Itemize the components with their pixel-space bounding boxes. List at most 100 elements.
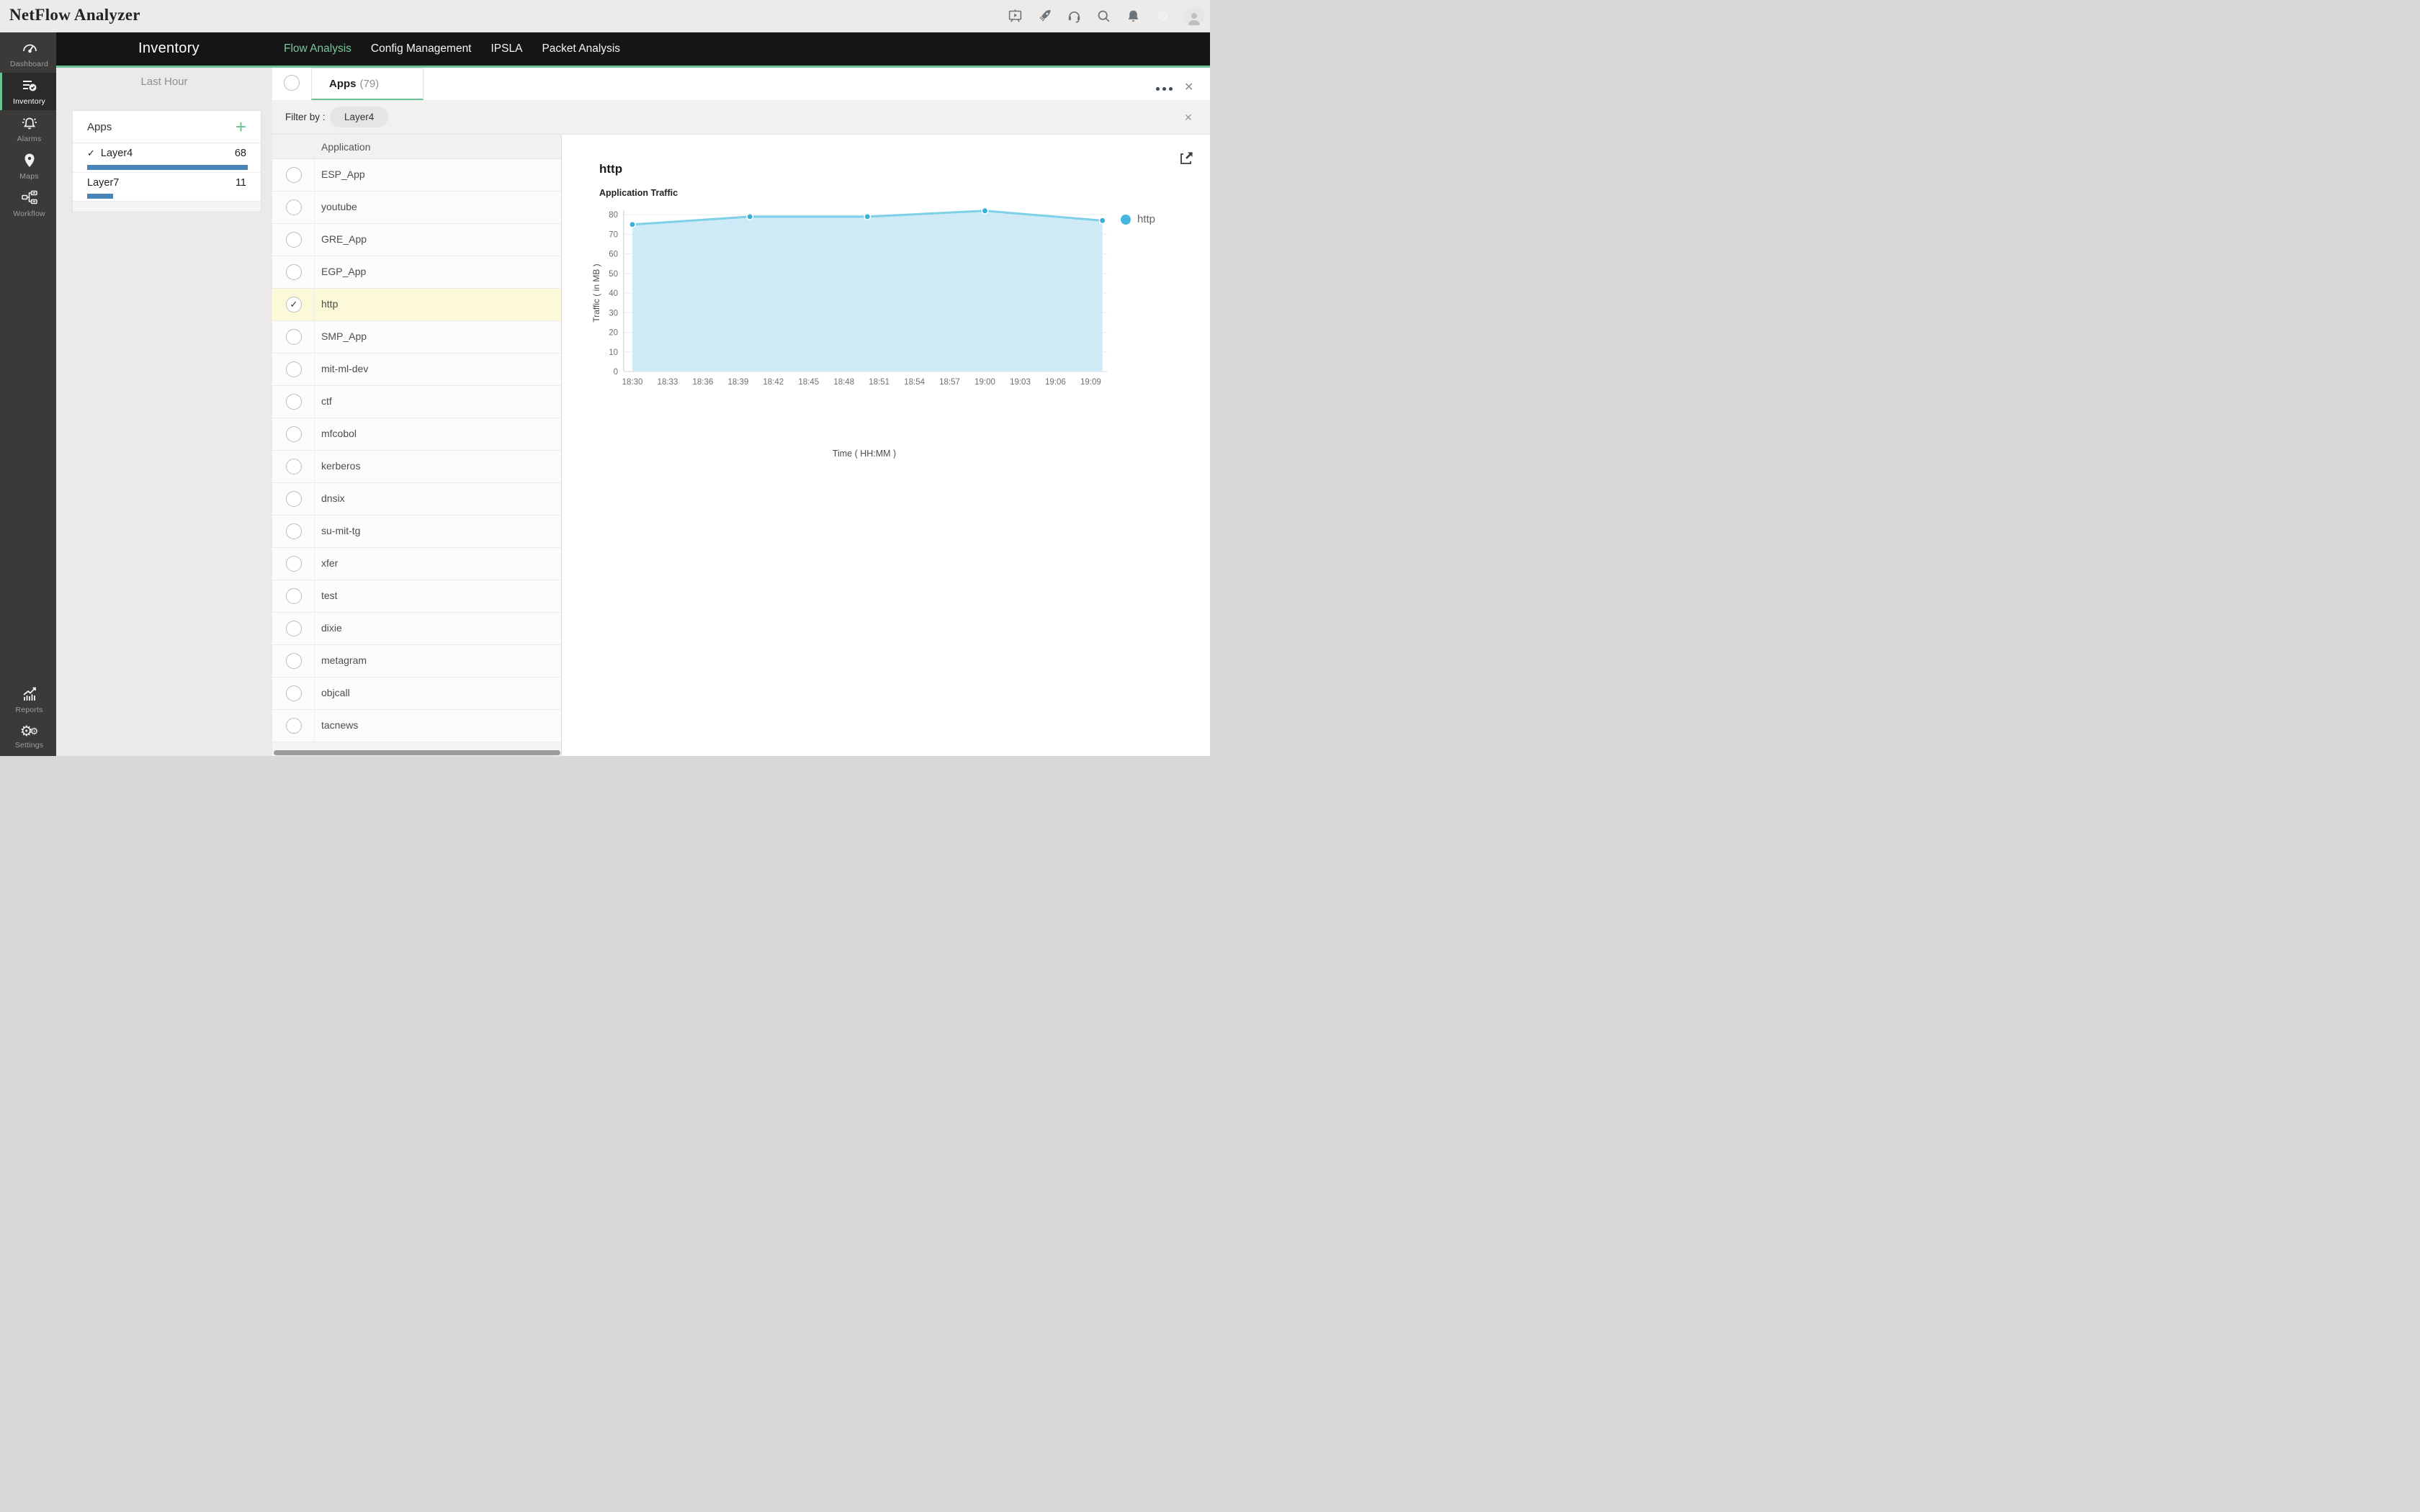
netflow-analyzer-app: NetFlow Analyzer xyxy=(0,0,1210,756)
sidebar-item-settings[interactable]: ⚙⚙ Settings xyxy=(0,719,56,756)
application-name: mit-ml-dev xyxy=(321,363,368,374)
application-radio[interactable]: ✓ xyxy=(286,297,302,312)
application-row[interactable]: mfcobol xyxy=(272,418,561,451)
main-content: Apps (79) ✕ Filter by : Layer4 ✕ Applica… xyxy=(272,68,1210,756)
layer4-bar xyxy=(87,165,248,170)
close-tab-icon[interactable]: ✕ xyxy=(1184,82,1193,94)
application-row[interactable]: test xyxy=(272,580,561,613)
svg-text:19:00: 19:00 xyxy=(974,378,995,387)
application-row[interactable]: EGP_App xyxy=(272,256,561,289)
add-filter-button[interactable]: + xyxy=(236,120,246,134)
application-radio[interactable] xyxy=(286,459,302,474)
filter-row-layer4[interactable]: ✓Layer4 68 xyxy=(73,143,261,172)
application-row[interactable]: ✓ http xyxy=(272,289,561,321)
tab-config-management[interactable]: Config Management xyxy=(371,42,472,55)
application-row[interactable]: su-mit-tg xyxy=(272,516,561,548)
application-radio[interactable] xyxy=(286,232,302,248)
svg-text:60: 60 xyxy=(609,251,618,259)
application-name: SMP_App xyxy=(321,330,367,342)
launch-rocket-icon[interactable] xyxy=(1036,9,1052,24)
layer7-bar xyxy=(87,194,113,199)
application-radio[interactable] xyxy=(286,394,302,410)
traffic-area-chart: 18:3018:3318:3618:3918:4218:4518:4818:51… xyxy=(591,203,1116,471)
application-radio[interactable] xyxy=(286,718,302,734)
filter-panel: Last Hour Apps + ✓Layer4 68 Layer7 11 xyxy=(56,68,272,756)
tab-ipsla[interactable]: IPSLA xyxy=(491,42,523,55)
application-list: Application ESP_App youtube GRE_App EGP_… xyxy=(272,135,562,756)
apps-card-header: Apps + xyxy=(73,111,261,143)
sidebar-item-inventory[interactable]: Inventory xyxy=(0,73,56,110)
application-radio[interactable] xyxy=(286,556,302,572)
application-row[interactable]: dixie xyxy=(272,613,561,645)
application-row[interactable]: objcall xyxy=(272,678,561,710)
svg-text:Traffic ( in MB ): Traffic ( in MB ) xyxy=(591,264,601,322)
svg-text:18:51: 18:51 xyxy=(869,378,889,387)
application-radio[interactable] xyxy=(286,199,302,215)
apps-tab-label: Apps xyxy=(329,78,357,90)
application-radio[interactable] xyxy=(286,621,302,636)
svg-text:80: 80 xyxy=(609,211,618,220)
layer4-count: 68 xyxy=(235,148,246,159)
sidebar-item-maps[interactable]: Maps xyxy=(0,148,56,185)
application-row[interactable]: kerberos xyxy=(272,451,561,483)
application-radio[interactable] xyxy=(286,685,302,701)
svg-text:Time ( HH:MM ): Time ( HH:MM ) xyxy=(833,449,896,459)
chart-legend-http[interactable]: http xyxy=(1121,213,1155,225)
settings-gear-icon[interactable]: ⚙ xyxy=(1155,9,1170,24)
expand-chart-icon[interactable] xyxy=(1178,150,1195,167)
clear-filter-icon[interactable]: ✕ xyxy=(1184,112,1193,123)
application-row[interactable]: ctf xyxy=(272,386,561,418)
sidebar-item-dashboard[interactable]: Dashboard xyxy=(0,35,56,73)
user-avatar[interactable] xyxy=(1184,6,1204,27)
tab-flow-analysis[interactable]: Flow Analysis xyxy=(284,42,351,55)
tab-packet-analysis[interactable]: Packet Analysis xyxy=(542,42,620,55)
traffic-chart-panel: http Application Traffic http 18:3018:33… xyxy=(562,135,1210,756)
application-radio[interactable] xyxy=(286,653,302,669)
support-headset-icon[interactable] xyxy=(1066,9,1082,24)
svg-text:18:45: 18:45 xyxy=(798,378,819,387)
sidebar-item-reports[interactable]: Reports xyxy=(0,681,56,719)
svg-text:50: 50 xyxy=(609,270,618,279)
more-options-icon[interactable] xyxy=(1156,87,1173,91)
svg-text:18:42: 18:42 xyxy=(763,378,784,387)
svg-text:18:48: 18:48 xyxy=(833,378,854,387)
filter-row-layer7[interactable]: Layer7 11 xyxy=(73,172,261,201)
application-radio[interactable] xyxy=(286,264,302,280)
application-row[interactable]: tacnews xyxy=(272,710,561,742)
time-range-selector[interactable]: Last Hour xyxy=(56,76,272,88)
sidebar-spacer xyxy=(0,222,56,681)
application-row[interactable]: youtube xyxy=(272,192,561,224)
application-row[interactable]: dnsix xyxy=(272,483,561,516)
application-row[interactable]: xfer xyxy=(272,548,561,580)
application-row[interactable]: metagram xyxy=(272,645,561,678)
application-row[interactable]: mit-ml-dev xyxy=(272,354,561,386)
application-radio[interactable] xyxy=(286,491,302,507)
top-bar: NetFlow Analyzer xyxy=(0,0,1210,32)
search-icon[interactable] xyxy=(1095,9,1111,24)
application-radio[interactable] xyxy=(286,588,302,604)
app-title: NetFlow Analyzer xyxy=(9,6,140,24)
dashboard-gauge-icon xyxy=(21,40,38,57)
select-all-radio[interactable] xyxy=(284,75,300,91)
application-radio[interactable] xyxy=(286,523,302,539)
horizontal-scrollbar[interactable] xyxy=(274,750,560,755)
sidebar-item-workflow[interactable]: Workflow xyxy=(0,185,56,222)
application-row[interactable]: GRE_App xyxy=(272,224,561,256)
svg-text:30: 30 xyxy=(609,309,618,318)
application-row[interactable]: SMP_App xyxy=(272,321,561,354)
application-radio[interactable] xyxy=(286,361,302,377)
sidebar-item-alarms[interactable]: Alarms xyxy=(0,110,56,148)
notifications-bell-icon[interactable] xyxy=(1125,9,1141,24)
workflow-nodes-icon xyxy=(21,189,38,207)
apps-tab[interactable]: Apps (79) xyxy=(311,68,424,100)
apps-card-title: Apps xyxy=(87,121,112,133)
application-name: ESP_App xyxy=(321,168,365,180)
svg-text:0: 0 xyxy=(614,368,618,377)
application-name: dnsix xyxy=(321,492,345,504)
application-radio[interactable] xyxy=(286,426,302,442)
application-row[interactable]: ESP_App xyxy=(272,159,561,192)
application-radio[interactable] xyxy=(286,329,302,345)
video-tour-icon[interactable] xyxy=(1007,9,1023,24)
filter-chip-layer4[interactable]: Layer4 xyxy=(330,107,388,127)
application-radio[interactable] xyxy=(286,167,302,183)
